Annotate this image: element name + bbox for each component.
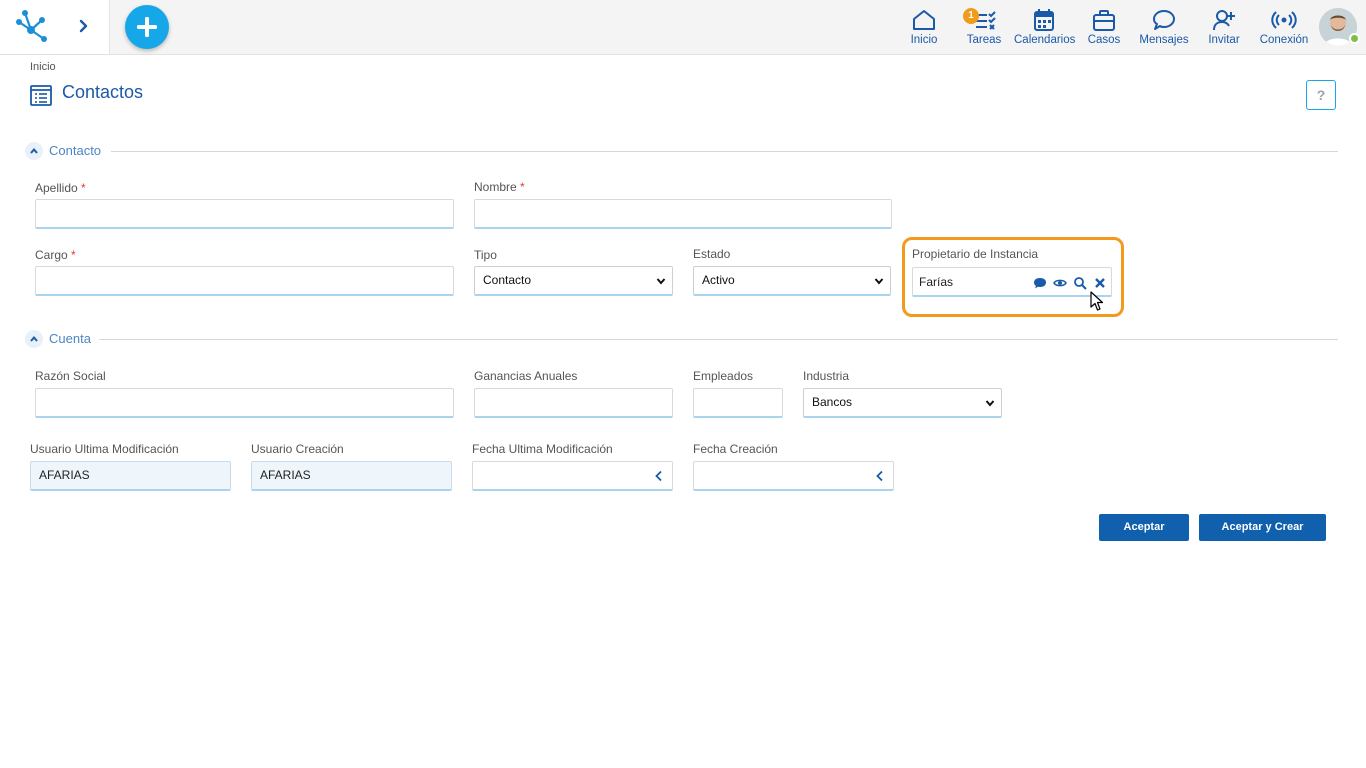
help-button[interactable]: ? bbox=[1306, 80, 1336, 110]
section-divider bbox=[99, 339, 1338, 340]
nav-mensajes[interactable]: Mensajes bbox=[1138, 8, 1190, 48]
estado-select-value: Activo bbox=[702, 273, 735, 287]
industria-label: Industria bbox=[803, 369, 850, 383]
empleados-input[interactable] bbox=[693, 388, 783, 418]
nombre-label: Nombre * bbox=[474, 180, 525, 194]
connection-icon bbox=[1271, 11, 1297, 29]
industria-select[interactable]: Bancos bbox=[803, 388, 1002, 418]
estado-select[interactable]: Activo bbox=[693, 266, 891, 296]
nav-inicio[interactable]: Inicio bbox=[904, 8, 944, 48]
collapse-cuenta-button[interactable] bbox=[25, 330, 43, 348]
apellido-input[interactable] bbox=[35, 199, 454, 229]
expand-menu-chevron-icon[interactable] bbox=[76, 17, 92, 35]
ganancias-label: Ganancias Anuales bbox=[474, 369, 578, 383]
ganancias-input[interactable] bbox=[474, 388, 673, 418]
usuario-ult-mod-field: AFARIAS bbox=[30, 461, 231, 491]
comment-icon[interactable] bbox=[1033, 276, 1047, 290]
tipo-select[interactable]: Contacto bbox=[474, 266, 673, 296]
chevron-down-icon bbox=[656, 278, 666, 285]
plus-icon bbox=[137, 17, 157, 37]
invite-user-icon bbox=[1213, 10, 1235, 31]
fecha-creacion-label: Fecha Creación bbox=[693, 442, 778, 456]
chevron-down-icon bbox=[874, 278, 884, 285]
calendar-icon bbox=[1034, 9, 1054, 31]
chat-bubble-icon bbox=[1153, 10, 1175, 30]
razon-social-input[interactable] bbox=[35, 388, 454, 418]
propietario-input[interactable]: Farías bbox=[912, 267, 1112, 297]
page-title: Contactos bbox=[62, 82, 144, 102]
estado-label: Estado bbox=[693, 247, 731, 261]
nav-mensajes-label: Mensajes bbox=[1139, 34, 1189, 46]
section-cuenta-header: Cuenta bbox=[25, 330, 1338, 350]
cargo-label: Cargo * bbox=[35, 248, 76, 262]
nav-calendarios[interactable]: Calendarios bbox=[1014, 8, 1076, 48]
add-new-button[interactable] bbox=[125, 5, 169, 49]
nav-invitar-label: Invitar bbox=[1208, 34, 1240, 46]
nav-calendarios-label: Calendarios bbox=[1014, 34, 1076, 46]
nav-casos-label: Casos bbox=[1087, 34, 1121, 46]
section-contacto-header: Contacto bbox=[25, 142, 1338, 162]
view-eye-icon[interactable] bbox=[1053, 276, 1067, 290]
clear-close-icon[interactable] bbox=[1093, 276, 1107, 290]
app-logo-icon[interactable] bbox=[14, 9, 48, 43]
collapse-contacto-button[interactable] bbox=[25, 142, 43, 160]
chevron-up-icon bbox=[30, 335, 38, 342]
tipo-select-value: Contacto bbox=[483, 273, 532, 287]
accept-and-create-button[interactable]: Aceptar y Crear bbox=[1199, 514, 1326, 541]
usuario-creacion-field: AFARIAS bbox=[251, 461, 452, 491]
search-icon[interactable] bbox=[1073, 276, 1087, 290]
apellido-label: Apellido * bbox=[35, 181, 86, 195]
nav-invitar[interactable]: Invitar bbox=[1204, 8, 1244, 48]
chevron-left-icon[interactable] bbox=[875, 470, 885, 482]
tipo-label: Tipo bbox=[474, 248, 497, 262]
contacts-form-icon bbox=[30, 85, 52, 106]
empleados-label: Empleados bbox=[693, 369, 754, 383]
nav-inicio-label: Inicio bbox=[910, 34, 938, 46]
fecha-ult-mod-label: Fecha Ultima Modificación bbox=[472, 442, 613, 456]
nav-conexion-label: Conexión bbox=[1259, 34, 1309, 46]
nombre-input[interactable] bbox=[474, 199, 892, 229]
fecha-creacion-field[interactable] bbox=[693, 461, 894, 491]
logo-container bbox=[0, 0, 110, 54]
briefcase-icon bbox=[1093, 10, 1115, 31]
top-bar: Inicio Tareas 1 Calendarios Casos Mensaj… bbox=[0, 0, 1366, 55]
chevron-left-icon[interactable] bbox=[654, 470, 664, 482]
chevron-down-icon bbox=[985, 400, 995, 407]
industria-select-value: Bancos bbox=[812, 395, 853, 409]
section-divider bbox=[111, 151, 1338, 152]
nav-casos[interactable]: Casos bbox=[1085, 8, 1123, 48]
online-status-indicator bbox=[1349, 33, 1360, 44]
tasks-count-badge: 1 bbox=[963, 8, 979, 24]
breadcrumb[interactable]: Inicio bbox=[30, 61, 56, 73]
home-icon bbox=[913, 10, 935, 30]
fecha-ult-mod-field[interactable] bbox=[472, 461, 673, 491]
chevron-up-icon bbox=[30, 147, 38, 154]
section-cuenta-title: Cuenta bbox=[49, 331, 91, 346]
accept-button[interactable]: Aceptar bbox=[1099, 514, 1189, 541]
usuario-creacion-label: Usuario Creación bbox=[251, 442, 344, 456]
razon-social-label: Razón Social bbox=[35, 369, 106, 383]
mouse-pointer-icon bbox=[1090, 291, 1104, 311]
nav-tareas-label: Tareas bbox=[966, 34, 1002, 46]
section-contacto-title: Contacto bbox=[49, 143, 102, 158]
propietario-label: Propietario de Instancia bbox=[912, 247, 1039, 261]
propietario-value: Farías bbox=[919, 275, 954, 289]
nav-conexion[interactable]: Conexión bbox=[1258, 8, 1310, 48]
usuario-ult-mod-label: Usuario Ultima Modificación bbox=[30, 442, 179, 456]
cargo-input[interactable] bbox=[35, 266, 454, 296]
